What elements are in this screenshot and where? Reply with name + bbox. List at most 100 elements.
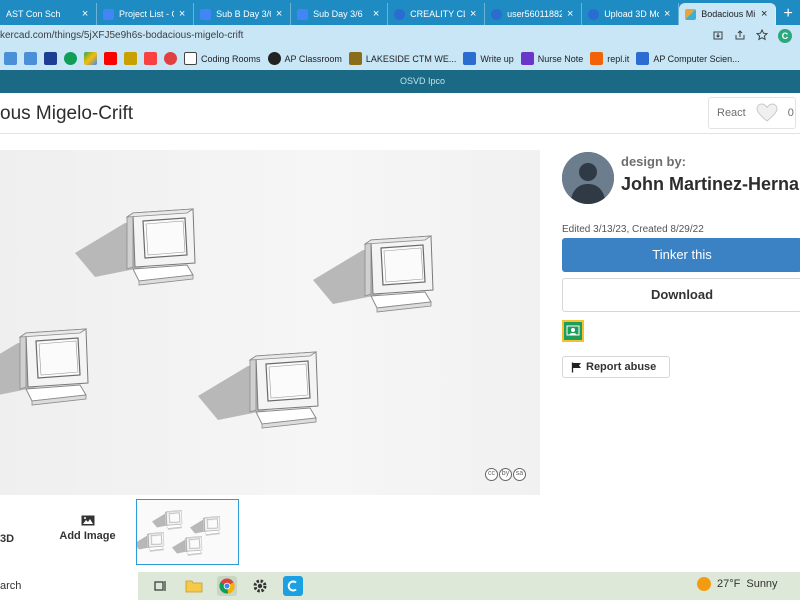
lakeside-icon [348,52,362,65]
edited-date: Edited 3/13/23, Created 8/29/22 [562,224,704,235]
thumbnail-strip: 3D Add Image [0,495,540,570]
close-icon[interactable]: × [759,8,769,20]
bookmark-label: Write up [480,53,514,64]
tab-upload-3d[interactable]: Upload 3D Mo × [582,3,680,25]
bookmark-nurse-note[interactable]: Nurse Note [520,52,583,65]
weather-condition: Sunny [746,578,778,590]
tab-label: AST Con Sch [6,9,61,19]
bookmark-1[interactable] [4,52,17,65]
bookmark-9[interactable] [164,52,177,65]
creality-icon [491,8,503,20]
tab-bodacious[interactable]: Bodacious Mi × [679,3,777,25]
download-icon[interactable] [712,29,724,44]
image-icon [81,515,94,526]
tab-sub-day[interactable]: Sub Day 3/6 × [291,3,389,25]
youtube-icon [104,52,117,65]
bookmark-7[interactable] [124,52,137,65]
creality-icon [588,8,600,20]
react-label: React [717,107,746,119]
site-header-text: OSVD Ipco [400,76,446,86]
close-icon[interactable]: × [565,8,575,20]
close-icon[interactable]: × [468,8,478,20]
tab-sub-b-day[interactable]: Sub B Day 3/6 × [194,3,292,25]
tab-creality-cloud[interactable]: CREALITY CLO × [388,3,486,25]
file-explorer-icon[interactable] [184,576,204,596]
bookmark-icon [4,52,17,65]
add-image-button[interactable]: Add Image [55,515,120,542]
share-icon[interactable] [734,29,746,44]
download-button[interactable]: Download [562,278,800,312]
site-header: OSVD Ipco [0,70,800,93]
thumb-3d-button[interactable]: 3D [0,533,14,545]
thumbnail-preview [133,510,221,556]
tab-label: Sub Day 3/6 [313,9,363,19]
tab-label: Sub B Day 3/6 [216,9,272,19]
bookmark-write-up[interactable]: Write up [463,52,514,65]
bookmark-label: repl.it [607,53,630,64]
tinker-this-button[interactable]: Tinker this [562,238,800,272]
close-icon[interactable]: × [80,8,90,20]
pc-model-top-left [74,208,196,286]
model-viewer[interactable]: cc by sa [0,150,540,495]
license-icons: cc by sa [485,468,526,481]
creative-commons-icon: cc [485,468,498,481]
tab-label: Project List - G [119,9,175,19]
docs-icon [200,8,212,20]
google-classroom-icon[interactable] [562,320,584,342]
bookmark-music[interactable] [144,52,157,65]
star-icon[interactable] [755,28,769,44]
bookmark-label: LAKESIDE CTM WE... [365,53,457,64]
chrome-icon[interactable] [217,576,237,596]
bookmark-drive[interactable] [84,52,97,65]
forms-icon [520,52,534,65]
docs-icon [463,52,477,65]
page-title: ous Migelo-Crift [0,103,134,124]
new-tab-button[interactable]: + [776,3,800,25]
designer-avatar[interactable] [562,152,614,204]
profile-avatar-icon[interactable]: C [778,29,792,43]
bookmark-4[interactable] [64,52,77,65]
replit-icon [590,52,604,65]
pc-model-top-right [312,235,434,313]
bookmark-coding-rooms[interactable]: Coding Rooms [184,52,261,65]
tab-label: Upload 3D Mo [604,9,660,19]
react-button[interactable]: React 0 [708,97,796,129]
creality-app-icon[interactable] [283,576,303,596]
tab-label: CREALITY CLO [410,9,465,19]
bookmark-label: Coding Rooms [201,53,261,64]
address-bar: kercad.com/things/5jXFJ5e9h6s-bodacious-… [0,25,800,47]
bookmark-ap-classroom[interactable]: AP Classroom [267,52,342,65]
bookmark-replit[interactable]: repl.it [590,52,629,65]
bookmark-3[interactable] [44,52,57,65]
bookmark-ap-cs[interactable]: AP Computer Scien... [636,52,740,65]
bookmark-youtube[interactable] [104,52,117,65]
weather-widget[interactable]: 27°F Sunny [697,577,778,591]
heart-icon [756,103,778,122]
drive-icon [84,52,97,65]
react-count: 0 [787,107,794,119]
taskbar-search-input[interactable]: arch [0,572,138,600]
creality-icon [394,8,406,20]
task-view-icon[interactable] [151,576,171,596]
bookmark-icon [64,52,77,65]
bookmark-icon [44,52,57,65]
bookmark-lakeside[interactable]: LAKESIDE CTM WE... [348,52,457,65]
thumbnail-selected[interactable] [133,499,239,565]
bookmark-icon [124,52,137,65]
bookmark-2[interactable] [24,52,37,65]
close-icon[interactable]: × [177,8,187,20]
tab-user[interactable]: user560118823 × [485,3,583,25]
tab-project-list[interactable]: Project List - G × [97,3,195,25]
bookmark-icon [636,52,650,65]
settings-gear-icon[interactable] [250,576,270,596]
url-field[interactable]: kercad.com/things/5jXFJ5e9h6s-bodacious-… [0,27,712,45]
close-icon[interactable]: × [662,8,672,20]
report-abuse-button[interactable]: Report abuse [562,356,670,378]
close-icon[interactable]: × [274,8,284,20]
tab-ast-con-sch[interactable]: AST Con Sch × [0,3,98,25]
address-bar-actions: C [712,28,800,44]
close-icon[interactable]: × [371,8,381,20]
tab-label: user560118823 [507,9,562,19]
designer-name[interactable]: John Martinez-Herna [621,174,799,195]
bookmarks-bar: Coding Rooms AP Classroom LAKESIDE CTM W… [0,47,800,70]
